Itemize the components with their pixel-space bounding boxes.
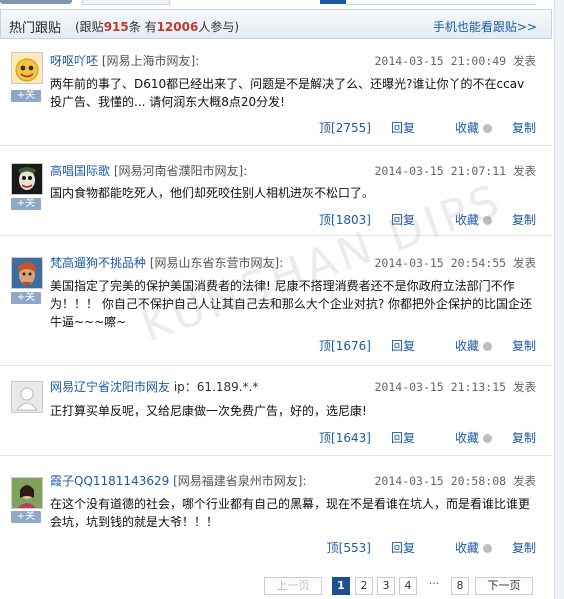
comment-text: 两年前的事了、D610都已经出来了、问题是不是解决了么、还曝光?谁让你丫的不在c… (50, 77, 525, 109)
favorite-label: 收藏 (454, 121, 479, 135)
stats-prefix: (跟贴 (75, 20, 104, 34)
scrollbar[interactable] (554, 0, 564, 599)
photo-avatar-icon (12, 478, 42, 508)
upvote-button[interactable]: 顶[553] (327, 541, 371, 555)
favorite-button[interactable]: 收藏 (435, 541, 492, 555)
user-location: [网易上海市网友]: (101, 54, 200, 68)
upvote-button[interactable]: 顶[1803] (319, 213, 371, 227)
tab-segment[interactable] (82, 0, 170, 5)
upvote-button[interactable]: 顶[1676] (319, 339, 371, 353)
reply-button[interactable]: 回复 (391, 431, 415, 445)
mobile-link[interactable]: 手机也能看跟贴>> (433, 18, 537, 35)
comment-text: 在这个没有道德的社会，哪个行业都有自己的黑幕，现在不是看谁在坑人，而是看谁比谁更… (50, 497, 531, 529)
user-location: [网易福建省泉州市网友]: (173, 474, 307, 488)
copy-button[interactable]: 复制 (512, 121, 536, 135)
stats-suffix: 人参与) (198, 20, 240, 34)
publish-label: 发表 (513, 54, 536, 68)
top-tab-strip (0, 0, 564, 6)
username[interactable]: 梵高遛狗不挑品种 (50, 256, 146, 270)
copy-button[interactable]: 复制 (512, 541, 536, 555)
avatar[interactable] (11, 257, 43, 289)
avatar[interactable] (11, 381, 43, 413)
page-2-button[interactable]: 2 (355, 577, 373, 595)
upvote-button[interactable]: 顶[1643] (319, 431, 371, 445)
section-title: 热门跟贴 (9, 21, 62, 36)
smiley-avatar-icon (12, 53, 42, 83)
publish-label: 发表 (513, 256, 536, 270)
favorite-label: 收藏 (454, 431, 479, 445)
username[interactable]: 网易辽宁省沈阳市网友 (50, 380, 170, 394)
post-count: 915 (103, 20, 129, 34)
publish-label: 发表 (513, 164, 536, 178)
post-time: 2014-03-15 21:13:15 (374, 380, 507, 394)
favorite-icon (482, 216, 492, 225)
post-time: 2014-03-15 20:58:08 (374, 474, 507, 488)
publish-label: 发表 (513, 380, 536, 394)
hot-comments-header: 热门跟贴 (跟贴915条 有12006人参与) 手机也能看跟贴>> (0, 9, 552, 39)
pagination: 上一页 1 2 3 4 ··· 8 下一页 (264, 577, 544, 595)
prev-page-button[interactable]: 上一页 (264, 577, 322, 595)
tab-segment-active[interactable] (320, 0, 346, 4)
favorite-icon (482, 124, 492, 133)
comment-stats: (跟贴915条 有12006人参与) (75, 18, 239, 35)
post-time: 2014-03-15 21:07:11 (374, 164, 507, 178)
reply-button[interactable]: 回复 (391, 121, 415, 135)
joker-avatar-icon (12, 164, 42, 194)
reply-button[interactable]: 回复 (391, 213, 415, 227)
comment-item: +关 高唱国际歌 [网易河南省濮阳市网友]: 2014-03-15 21:07:… (0, 147, 552, 236)
page-1-button[interactable]: 1 (332, 577, 350, 595)
favorite-icon (482, 434, 492, 443)
favorite-button[interactable]: 收藏 (435, 431, 492, 445)
user-location: [网易河南省濮阳市网友]: (113, 164, 248, 178)
comment-text: 国内食物都能吃死人，他们却死咬住别人相机进灰不松口了。 (50, 186, 375, 200)
username[interactable]: 呀呕吖呸 (50, 54, 98, 68)
favorite-button[interactable]: 收藏 (435, 213, 492, 227)
favorite-button[interactable]: 收藏 (435, 339, 492, 353)
vangogh-avatar-icon (12, 258, 42, 288)
user-location: [网易山东省东营市网友]: (149, 256, 284, 270)
comment-item: +关 梵高遛狗不挑品种 [网易山东省东营市网友]: 2014-03-15 20:… (0, 237, 552, 366)
avatar[interactable] (11, 163, 43, 195)
upvote-button[interactable]: 顶[2755] (319, 121, 371, 135)
post-time: 2014-03-15 20:54:55 (374, 256, 507, 270)
username[interactable]: 霞子QQ1181143629 (50, 474, 169, 488)
avatar[interactable] (11, 477, 43, 509)
follow-button[interactable]: +关 (11, 90, 41, 102)
stats-mid: 条 有 (128, 20, 157, 34)
copy-button[interactable]: 复制 (512, 213, 536, 227)
comment-text: 美国指定了完美的保护美国消费者的法律! 尼康不搭理消费者还不是你政府立法部门不作… (50, 279, 533, 329)
comment-text: 正打算买单反呢，又给尼康做一次免费广告，好的，选尼康! (50, 404, 367, 418)
favorite-icon (482, 342, 492, 351)
follow-button[interactable]: +关 (11, 198, 41, 210)
publish-label: 发表 (513, 474, 536, 488)
user-ip: ip：61.189.*.* (173, 380, 259, 394)
page-8-button[interactable]: 8 (451, 577, 469, 595)
page-ellipsis: ··· (428, 577, 440, 590)
avatar[interactable] (11, 52, 43, 84)
post-time: 2014-03-15 21:00:49 (374, 54, 507, 68)
follow-button[interactable]: +关 (11, 292, 41, 304)
copy-button[interactable]: 复制 (512, 339, 536, 353)
user-count: 12006 (156, 20, 199, 34)
reply-button[interactable]: 回复 (391, 339, 415, 353)
comment-item: +关 呀呕吖呸 [网易上海市网友]: 2014-03-15 21:00:49 发… (0, 41, 552, 146)
reply-button[interactable]: 回复 (391, 541, 415, 555)
default-user-icon (12, 382, 42, 412)
username[interactable]: 高唱国际歌 (50, 164, 110, 178)
tab-segment[interactable] (0, 0, 72, 4)
page-4-button[interactable]: 4 (399, 577, 417, 595)
tab-divider (346, 0, 536, 5)
follow-button[interactable]: +关 (11, 511, 41, 523)
favorite-icon (482, 544, 492, 553)
comment-item: 网易辽宁省沈阳市网友 ip：61.189.*.* 2014-03-15 21:1… (0, 367, 552, 456)
copy-button[interactable]: 复制 (512, 431, 536, 445)
page-3-button[interactable]: 3 (377, 577, 395, 595)
favorite-label: 收藏 (454, 541, 479, 555)
favorite-label: 收藏 (454, 339, 479, 353)
favorite-button[interactable]: 收藏 (435, 121, 492, 135)
next-page-button[interactable]: 下一页 (475, 577, 533, 595)
favorite-label: 收藏 (454, 213, 479, 227)
comment-item: +关 霞子QQ1181143629 [网易福建省泉州市网友]: 2014-03-… (0, 457, 552, 565)
